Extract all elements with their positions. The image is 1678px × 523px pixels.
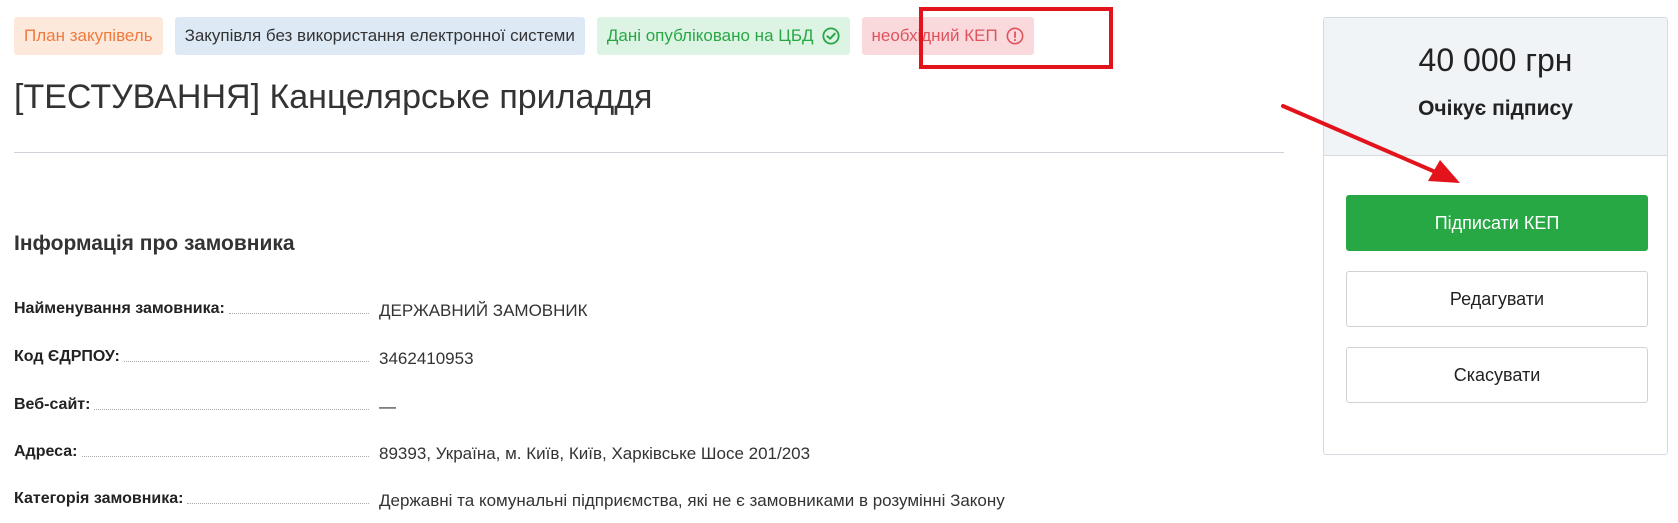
title-divider (14, 152, 1284, 153)
dotted-leader (94, 409, 369, 410)
address-label-wrap: Адреса: (14, 443, 369, 461)
kep-highlight-frame (919, 7, 1113, 69)
customer-category-value: Державні та комунальні підприємства, які… (379, 491, 1005, 510)
status-text: Очікує підпису (1418, 97, 1573, 120)
panel-header: 40 000 грн Очікує підпису (1324, 18, 1667, 156)
website-label: Веб-сайт: (14, 396, 91, 413)
no-system-badge: Закупівля без використання електронної с… (174, 17, 585, 55)
dotted-leader (81, 456, 369, 457)
cancel-button[interactable]: Скасувати (1346, 347, 1648, 403)
website-label-wrap: Веб-сайт: (14, 396, 369, 414)
address-value: 89393, Україна, м. Київ, Київ, Харківськ… (379, 444, 811, 463)
customer-category-row: Категорія замовника: Державні та комунал… (14, 490, 1274, 516)
amount: 40 000 грн (1418, 42, 1573, 78)
website-row: Веб-сайт: — (14, 396, 1274, 422)
plan-badge-label: План закупівель (24, 26, 153, 45)
edrpou-label: Код ЄДРПОУ: (14, 348, 120, 365)
dotted-leader (228, 313, 369, 314)
address-label: Адреса: (14, 443, 78, 460)
website-value: — (379, 397, 396, 416)
edrpou-value: 3462410953 (379, 349, 474, 368)
customer-category-label: Категорія замовника: (14, 490, 184, 507)
edrpou-row: Код ЄДРПОУ: 3462410953 (14, 348, 1274, 374)
plan-badge: План закупівель (14, 17, 163, 55)
published-badge: Дані опубліковано на ЦБД (596, 17, 850, 55)
customer-name-label-wrap: Найменування замовника: (14, 300, 369, 318)
customer-section-heading: Інформація про замовника (14, 232, 295, 255)
sign-kep-button[interactable]: Підписати КЕП (1346, 195, 1648, 251)
customer-name-row: Найменування замовника: ДЕРЖАВНИЙ ЗАМОВН… (14, 300, 1274, 326)
edit-button[interactable]: Редагувати (1346, 271, 1648, 327)
no-system-badge-label: Закупівля без використання електронної с… (184, 26, 575, 45)
action-panel: 40 000 грн Очікує підпису Підписати КЕП … (1323, 17, 1668, 455)
address-row: Адреса: 89393, Україна, м. Київ, Київ, Х… (14, 443, 1274, 469)
dotted-leader (187, 503, 369, 504)
status-badges: План закупівель Закупівля без використан… (14, 17, 1034, 55)
dotted-leader (123, 361, 369, 362)
published-badge-label: Дані опубліковано на ЦБД (606, 26, 814, 45)
edrpou-label-wrap: Код ЄДРПОУ: (14, 348, 369, 366)
page-title: [ТЕСТУВАННЯ] Канцелярське приладдя (14, 78, 653, 116)
customer-category-label-wrap: Категорія замовника: (14, 490, 369, 508)
customer-name-label: Найменування замовника: (14, 300, 225, 317)
check-circle-icon (821, 27, 840, 45)
customer-name-value: ДЕРЖАВНИЙ ЗАМОВНИК (379, 301, 588, 320)
